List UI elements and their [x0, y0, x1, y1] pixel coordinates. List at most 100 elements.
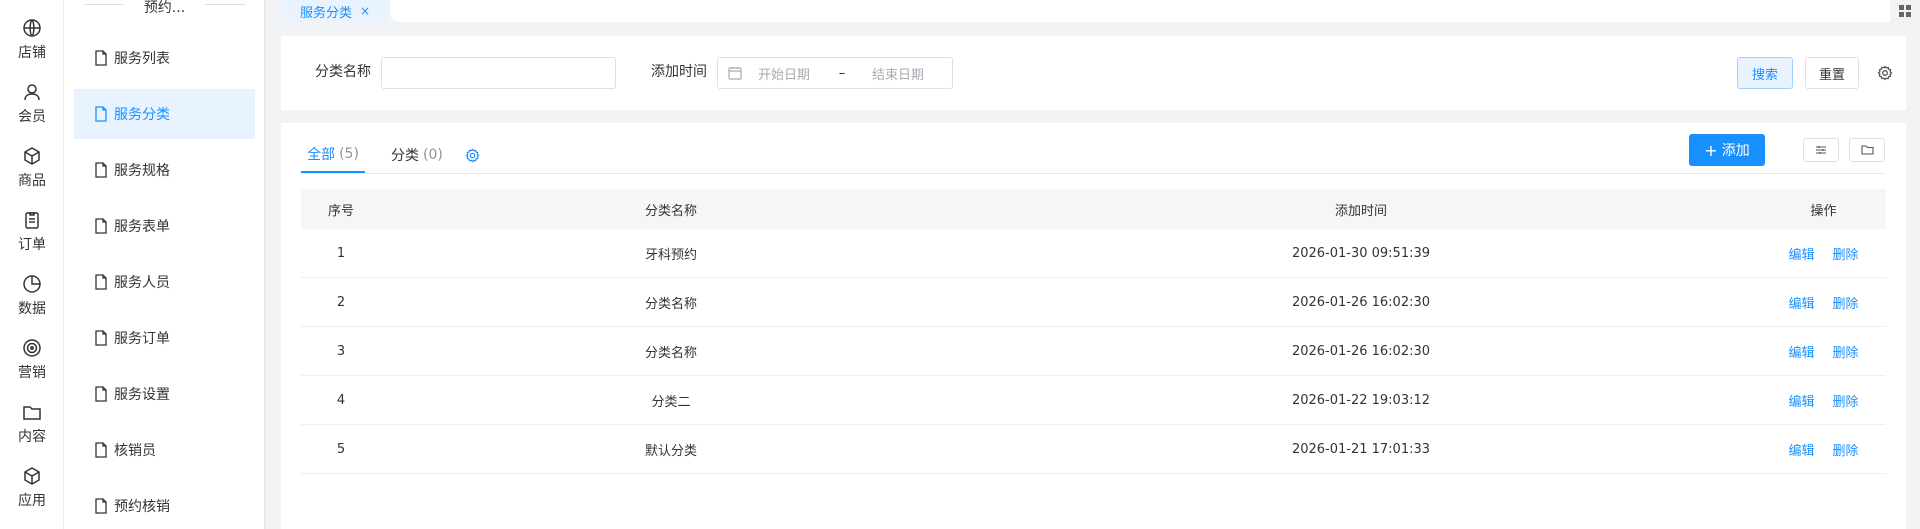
- folder-button[interactable]: [1849, 138, 1885, 162]
- pie-chart-icon: [23, 275, 41, 293]
- submenu-label: 服务分类: [114, 107, 170, 123]
- plus-icon: +: [1704, 140, 1718, 160]
- date-range-picker[interactable]: 开始日期 – 结束日期: [717, 57, 953, 89]
- row-add-time: 2026-01-26 16:02:30: [1291, 343, 1431, 359]
- tab-bar-fill: [390, 0, 1890, 22]
- sub-menu: 预约... 服务列表 服务分类 服务规格 服务表单 服务人员 服务订单 服务设置…: [64, 0, 265, 529]
- rail-label: 营销: [18, 365, 46, 381]
- submenu-item-service-list[interactable]: 服务列表: [74, 33, 255, 83]
- submenu-title: 预约...: [74, 0, 255, 16]
- globe-icon: [23, 19, 41, 37]
- rail-item-content[interactable]: 内容: [0, 400, 64, 456]
- tab-category-label: 分类: [391, 148, 419, 164]
- edit-link[interactable]: 编辑: [1788, 293, 1814, 312]
- tab-all-count: (5): [339, 146, 359, 162]
- rail-label: 店铺: [18, 45, 46, 61]
- gear-icon[interactable]: [1877, 65, 1893, 81]
- row-add-time: 2026-01-30 09:51:39: [1291, 245, 1431, 261]
- grid-menu-button[interactable]: [1890, 0, 1920, 22]
- page-tab-service-category[interactable]: 服务分类 ×: [282, 0, 390, 22]
- row-category-name: 分类名称: [644, 296, 697, 312]
- document-icon: [95, 50, 107, 66]
- start-date-placeholder[interactable]: 开始日期: [758, 64, 832, 83]
- row-actions: 编辑 删除: [1761, 278, 1886, 326]
- gear-icon: [465, 148, 480, 162]
- filter-settings-button[interactable]: [1803, 138, 1839, 162]
- end-date-placeholder[interactable]: 结束日期: [872, 64, 924, 83]
- table-row: 1 牙科预约 2026-01-30 09:51:39 编辑 删除: [301, 229, 1886, 278]
- delete-link[interactable]: 删除: [1833, 440, 1859, 459]
- sliders-icon: [1816, 146, 1826, 154]
- submenu-label: 服务人员: [114, 275, 170, 291]
- add-time-label: 添加时间: [651, 64, 707, 80]
- row-index: 4: [336, 392, 346, 408]
- edit-link[interactable]: 编辑: [1788, 244, 1814, 263]
- add-button[interactable]: + 添加: [1689, 134, 1765, 166]
- rail-label: 应用: [18, 493, 46, 509]
- rail-item-marketing[interactable]: 营销: [0, 336, 64, 392]
- submenu-item-booking-verify[interactable]: 预约核销: [74, 481, 255, 529]
- table-row: 5 默认分类 2026-01-21 17:01:33 编辑 删除: [301, 425, 1886, 474]
- close-icon[interactable]: ×: [360, 4, 370, 18]
- delete-link[interactable]: 删除: [1833, 342, 1859, 361]
- box-icon: [24, 147, 40, 165]
- category-name-label: 分类名称: [315, 64, 371, 80]
- document-icon: [95, 442, 107, 458]
- document-icon: [95, 330, 107, 346]
- row-actions: 编辑 删除: [1761, 229, 1886, 277]
- rail-item-store[interactable]: 店铺: [0, 16, 64, 72]
- rail-item-data[interactable]: 数据: [0, 272, 64, 328]
- folder-icon: [23, 406, 41, 420]
- submenu-label: 服务订单: [114, 331, 170, 347]
- folder-icon: [1860, 145, 1874, 155]
- submenu-label: 核销员: [114, 443, 156, 459]
- rail-label: 内容: [18, 429, 46, 445]
- submenu-item-service-spec[interactable]: 服务规格: [74, 145, 255, 195]
- table-row: 4 分类二 2026-01-22 19:03:12 编辑 删除: [301, 376, 1886, 425]
- rail-label: 会员: [18, 109, 46, 125]
- tab-category[interactable]: 分类 (0): [391, 137, 443, 173]
- edit-link[interactable]: 编辑: [1788, 342, 1814, 361]
- column-header-actions: 操作: [1810, 203, 1837, 219]
- row-index: 5: [336, 441, 346, 457]
- add-button-label: 添加: [1721, 143, 1750, 159]
- search-button[interactable]: 搜索: [1737, 57, 1793, 89]
- rail-item-products[interactable]: 商品: [0, 144, 64, 200]
- submenu-item-service-settings[interactable]: 服务设置: [74, 369, 255, 419]
- submenu-label: 服务表单: [114, 219, 170, 235]
- submenu-item-service-staff[interactable]: 服务人员: [74, 257, 255, 307]
- category-name-input[interactable]: [381, 57, 616, 89]
- rail-label: 订单: [18, 237, 46, 253]
- page-tab-label: 服务分类: [300, 5, 353, 21]
- tab-settings-button[interactable]: [465, 137, 480, 173]
- edit-link[interactable]: 编辑: [1788, 440, 1814, 459]
- tab-all[interactable]: 全部 (5): [301, 137, 365, 173]
- row-category-name: 牙科预约: [644, 247, 697, 263]
- row-add-time: 2026-01-26 16:02:30: [1291, 294, 1431, 310]
- row-actions: 编辑 删除: [1761, 376, 1886, 424]
- document-icon: [95, 498, 107, 514]
- tab-category-count: (0): [423, 147, 443, 163]
- submenu-item-verifier[interactable]: 核销员: [74, 425, 255, 475]
- submenu-item-service-category[interactable]: 服务分类: [74, 89, 255, 139]
- cube-icon: [24, 467, 40, 485]
- delete-link[interactable]: 删除: [1833, 391, 1859, 410]
- row-category-name: 默认分类: [644, 443, 697, 459]
- reset-button[interactable]: 重置: [1805, 57, 1859, 89]
- delete-link[interactable]: 删除: [1833, 244, 1859, 263]
- rail-item-members[interactable]: 会员: [0, 80, 64, 136]
- tab-all-label: 全部: [307, 147, 336, 163]
- document-icon: [95, 106, 107, 122]
- column-header-time: 添加时间: [1334, 203, 1387, 219]
- delete-link[interactable]: 删除: [1833, 293, 1859, 312]
- rail-item-orders[interactable]: 订单: [0, 208, 64, 264]
- table-row: 2 分类名称 2026-01-26 16:02:30 编辑 删除: [301, 278, 1886, 327]
- target-icon: [23, 339, 41, 357]
- submenu-item-service-form[interactable]: 服务表单: [74, 201, 255, 251]
- icon-rail: 店铺 会员 商品 订单 数据 营销 内容 应用: [0, 0, 64, 529]
- column-header-index: 序号: [327, 203, 354, 219]
- rail-item-apps[interactable]: 应用: [0, 464, 64, 520]
- edit-link[interactable]: 编辑: [1788, 391, 1814, 410]
- submenu-item-service-orders[interactable]: 服务订单: [74, 313, 255, 363]
- row-add-time: 2026-01-21 17:01:33: [1291, 441, 1431, 457]
